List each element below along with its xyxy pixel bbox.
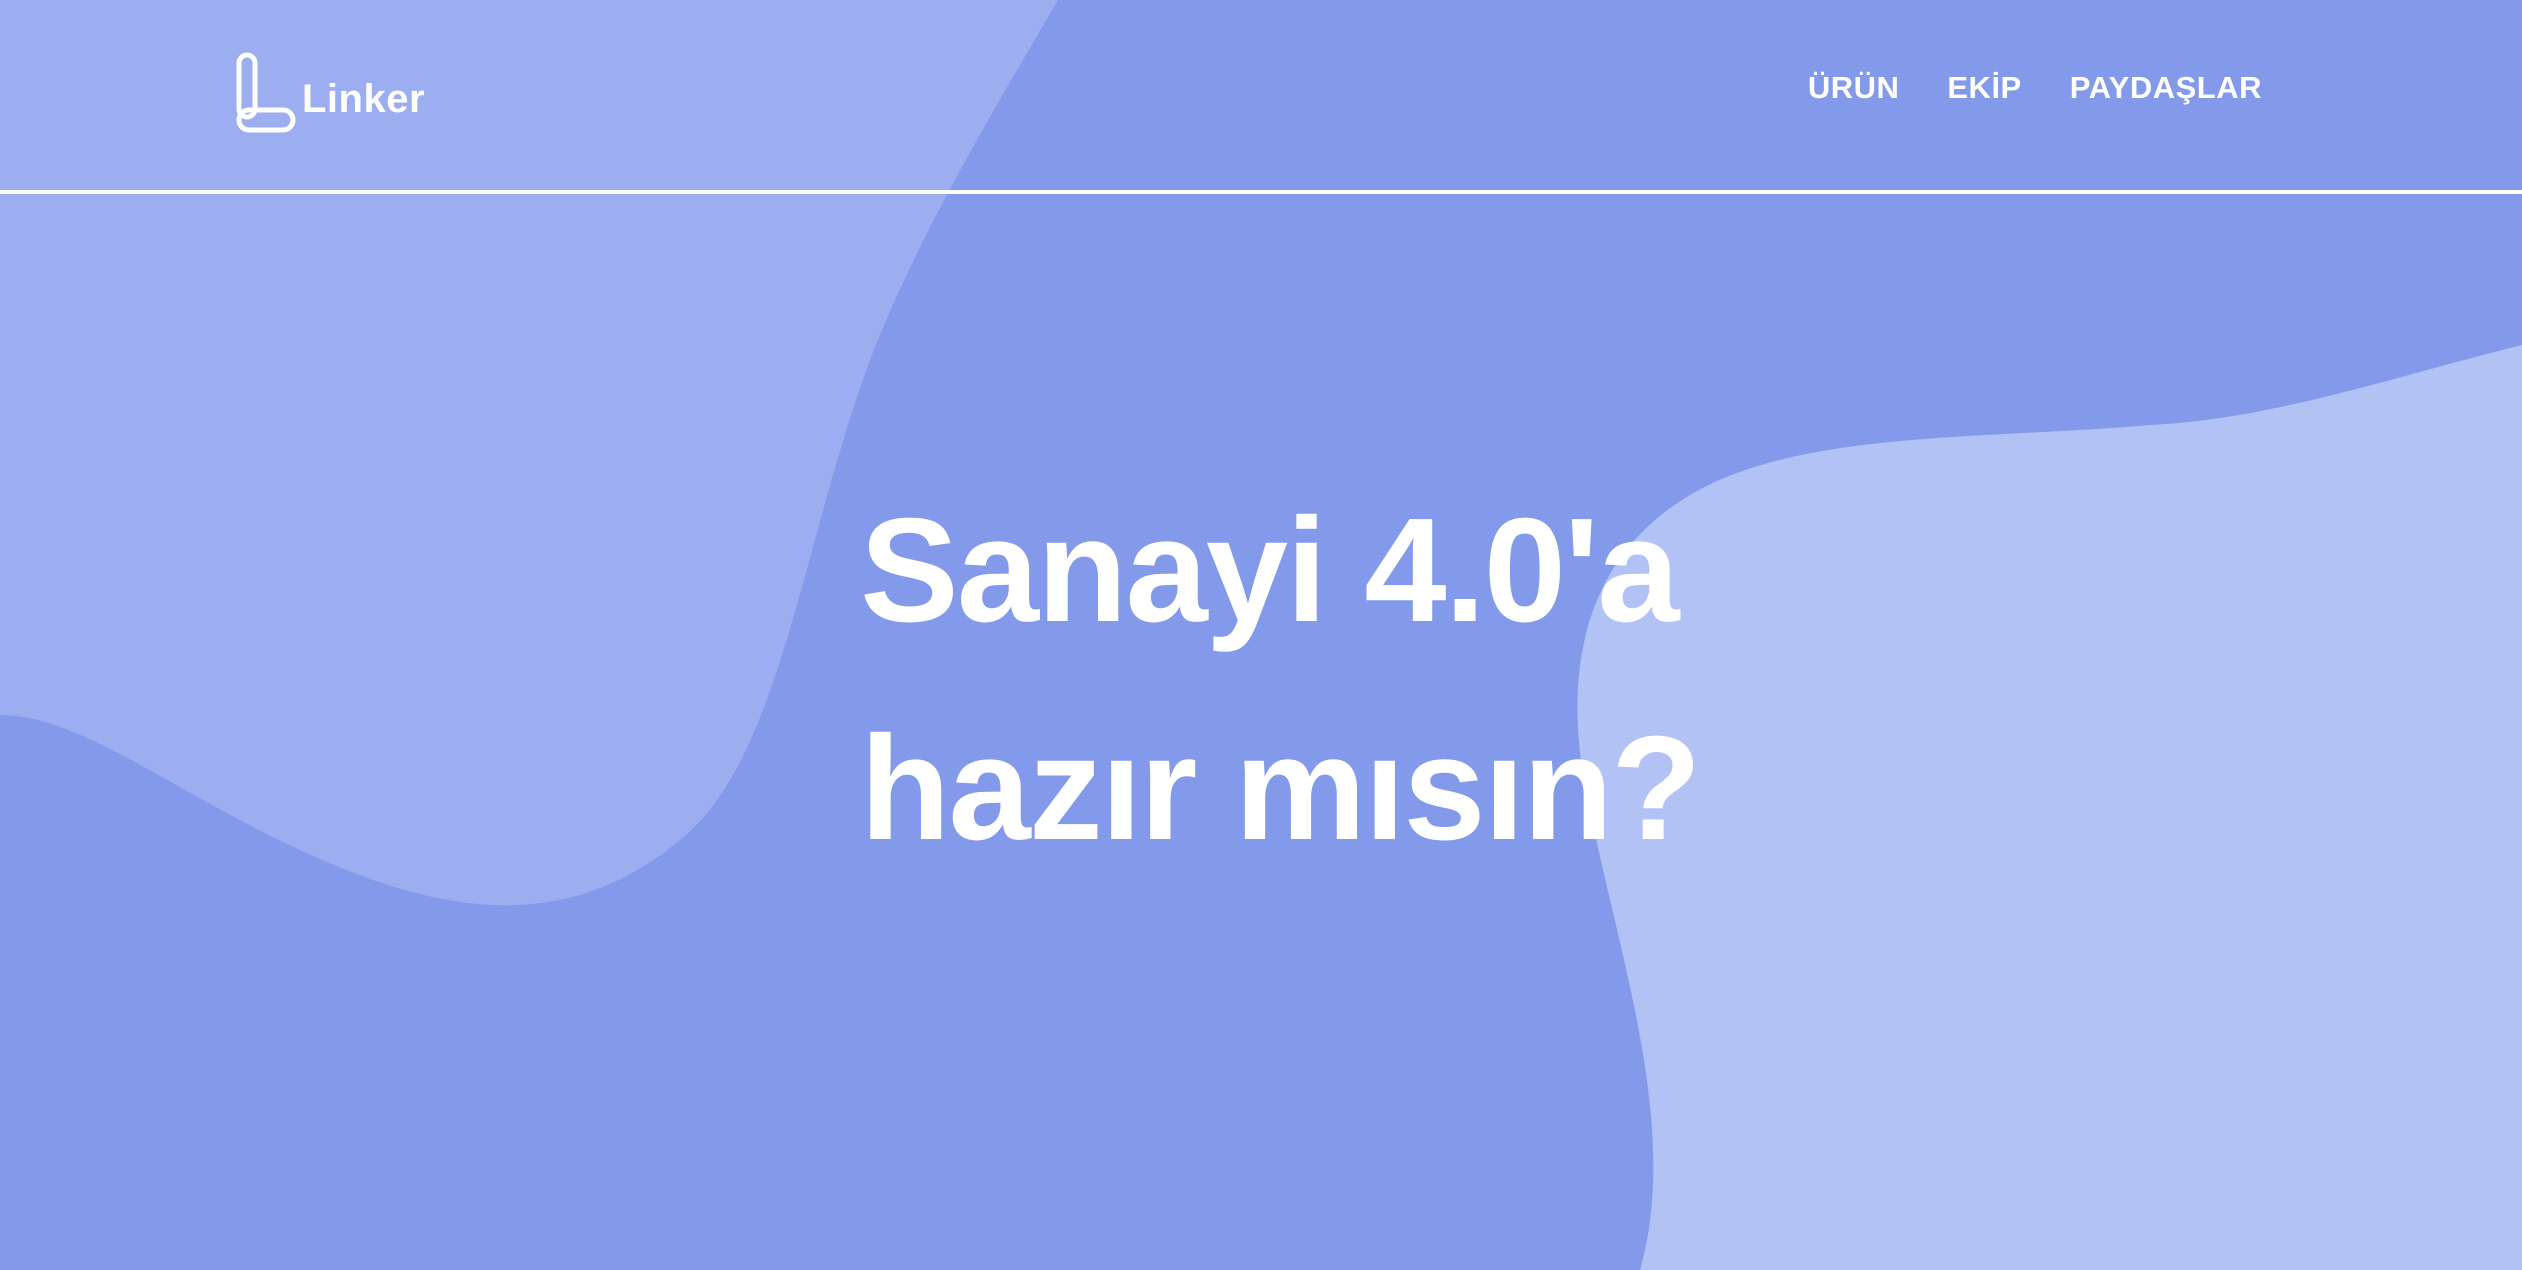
nav-item-urun[interactable]: ÜRÜN (1808, 70, 1900, 106)
site-header: Linker ÜRÜN EKİP PAYDAŞLAR (0, 0, 2522, 192)
hero-title-line-2: hazır mısın? (860, 706, 1702, 871)
header-divider (0, 190, 2522, 194)
hero-section: Sanayi 4.0'a hazır mısın? (860, 462, 1960, 898)
brand-name: Linker (302, 76, 426, 121)
nav-item-ekip[interactable]: EKİP (1947, 70, 2021, 106)
linker-logo-icon (236, 52, 296, 133)
hero-title-line-1: Sanayi 4.0'a (860, 488, 1680, 653)
landing-page: Linker ÜRÜN EKİP PAYDAŞLAR Sanayi 4.0'a … (0, 0, 2522, 1270)
nav-item-paydaslar[interactable]: PAYDAŞLAR (2070, 70, 2262, 106)
main-nav: ÜRÜN EKİP PAYDAŞLAR (1808, 70, 2262, 106)
brand-logo-link[interactable]: Linker (234, 52, 425, 136)
